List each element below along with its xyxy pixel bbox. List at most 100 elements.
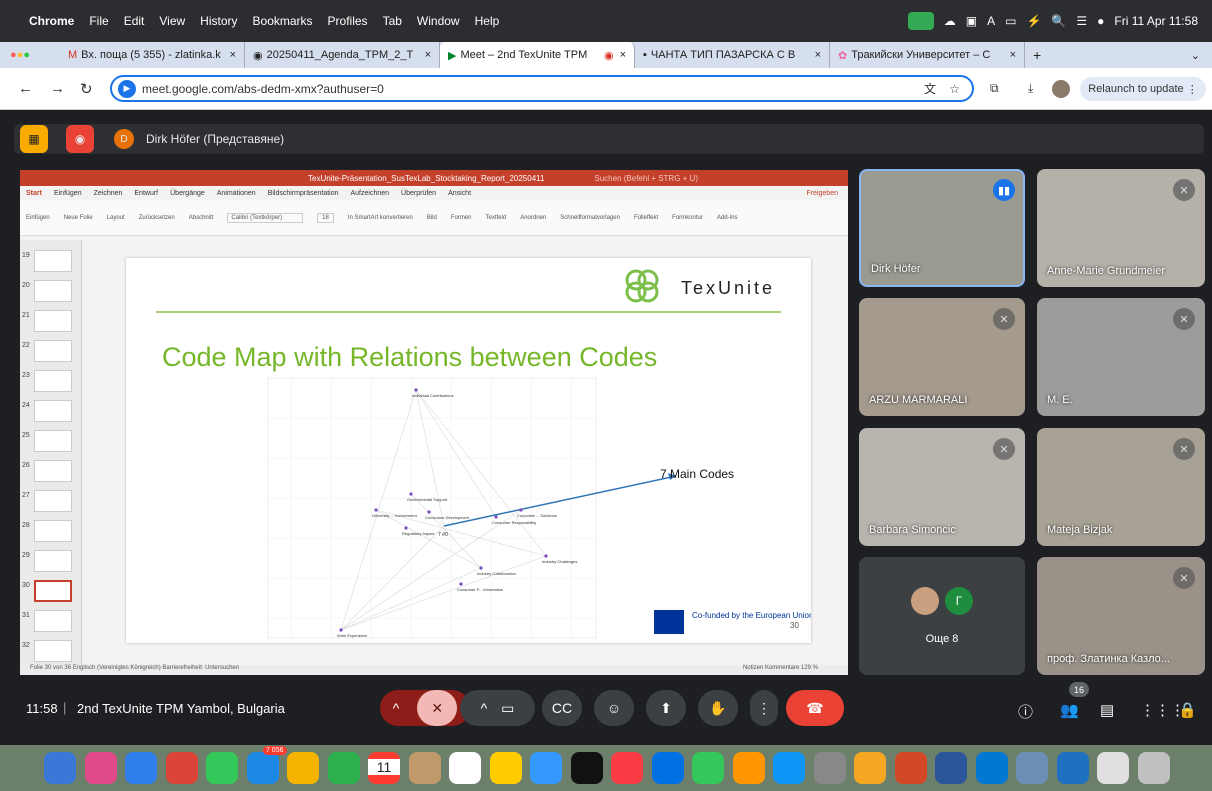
quicktime-icon[interactable] [1056, 752, 1089, 784]
participant-tile[interactable]: ✕ Mateja Bizjak [1037, 428, 1205, 546]
meet-status-icon[interactable] [907, 12, 934, 30]
reactions-button[interactable]: ☺ [594, 690, 634, 726]
ribbon-tab[interactable]: Entwurf [134, 190, 158, 197]
people-icon[interactable]: 👥 [1060, 701, 1079, 719]
reset-button[interactable]: Zurücksetzen [139, 215, 175, 221]
new-slide-button[interactable]: Neue Folie [64, 215, 93, 221]
participant-tile[interactable]: ✕ Anne-Marie Grundmeier [1037, 169, 1205, 287]
mail-icon[interactable]: 7 056 [246, 746, 287, 784]
launchpad-icon[interactable] [84, 752, 117, 784]
photos-icon[interactable] [287, 752, 319, 784]
microphone-toggle[interactable]: ^ ✕ [380, 690, 470, 726]
tab-shop[interactable]: ▪ ЧАНТА ТИП ПАЗАРСКА С В × [635, 42, 830, 68]
ribbon-tab[interactable]: Übergänge [170, 190, 205, 197]
notes-icon[interactable] [489, 752, 522, 784]
raise-hand-button[interactable]: ✋ [698, 690, 738, 726]
star-icon[interactable]: ☆ [949, 82, 960, 96]
smartart-button[interactable]: In SmartArt konvertieren [348, 215, 413, 221]
slide-thumbnail[interactable] [34, 370, 72, 392]
reload-icon[interactable]: ↻ [80, 80, 93, 98]
slide-thumbnail[interactable] [34, 340, 72, 362]
contacts-icon[interactable] [408, 752, 441, 784]
host-controls-icon[interactable]: 🔒 [1178, 701, 1197, 719]
download-icon[interactable]: ⤓ [1028, 81, 1033, 96]
cloud-icon[interactable]: ☁ [944, 14, 956, 28]
word-icon[interactable] [935, 752, 967, 784]
settings-icon[interactable] [813, 752, 846, 784]
battery-icon[interactable]: ▭ [1005, 14, 1016, 28]
slide-thumbnail[interactable] [34, 430, 72, 452]
profile-avatar[interactable] [1052, 79, 1070, 98]
participant-tile[interactable]: ▮▮ Dirk Höfer [859, 169, 1025, 287]
layout-button[interactable]: Layout [107, 215, 125, 221]
ribbon-tab[interactable]: Zeichnen [94, 190, 123, 197]
slide-thumbnail[interactable] [34, 550, 72, 572]
appletv-icon[interactable] [570, 752, 603, 784]
relaunch-button[interactable]: Relaunch to update ⋮ [1080, 77, 1206, 101]
keyboard-input-icon[interactable]: A [987, 14, 995, 28]
back-icon[interactable]: ← [18, 80, 33, 97]
menu-file[interactable]: File [89, 14, 108, 28]
trash-icon[interactable] [1137, 752, 1170, 784]
paste-button[interactable]: Einfügen [26, 215, 50, 221]
powerpoint-icon[interactable] [894, 752, 927, 784]
forward-icon[interactable]: → [50, 80, 65, 97]
numbers-icon[interactable] [692, 752, 724, 784]
section-button[interactable]: Abschnitt [189, 215, 214, 221]
menu-window[interactable]: Window [417, 14, 460, 28]
outlook-icon[interactable] [975, 752, 1008, 784]
layout-icon[interactable]: ▦ [20, 125, 48, 153]
chrome-icon[interactable] [165, 752, 198, 784]
close-icon[interactable]: × [815, 49, 821, 61]
new-tab-button[interactable]: + [1033, 47, 1041, 63]
slide-thumbnail[interactable] [34, 610, 72, 632]
pages-icon[interactable] [732, 752, 765, 784]
close-icon[interactable]: × [425, 49, 431, 61]
home-icon[interactable] [854, 752, 886, 784]
slide-thumbnail[interactable] [34, 250, 72, 272]
menu-profiles[interactable]: Profiles [328, 14, 368, 28]
slide-thumbnail[interactable] [34, 310, 72, 332]
ribbon-tab[interactable]: Überprüfen [401, 190, 436, 197]
tab-agenda[interactable]: ◉ 20250411_Agenda_TPM_2_T × [245, 42, 440, 68]
ppt-search[interactable]: Suchen (Befehl + STRG + U) [594, 174, 698, 183]
leave-call-button[interactable]: ☎ [786, 690, 844, 726]
camera-toggle[interactable]: ^ ▭ [460, 690, 535, 726]
control-center-icon[interactable]: ☰ [1076, 14, 1087, 28]
menu-view[interactable]: View [159, 14, 185, 28]
slide-thumbnail[interactable] [34, 460, 72, 482]
close-icon[interactable]: × [230, 49, 236, 61]
participant-tile[interactable]: ✕ M. E. [1037, 298, 1205, 416]
textbox-button[interactable]: Textfeld [486, 215, 507, 221]
music-icon[interactable] [611, 752, 643, 784]
translate-icon[interactable]: 文 [924, 80, 936, 97]
picture-button[interactable]: Bild [427, 215, 437, 221]
present-button[interactable]: ⬆ [646, 690, 686, 726]
more-options-button[interactable]: ⋮ [750, 690, 778, 726]
menu-help[interactable]: Help [475, 14, 500, 28]
wifi-off-icon[interactable]: ⚡ [1026, 14, 1041, 28]
menu-history[interactable]: History [200, 14, 237, 28]
camera-icon[interactable]: ▭ [501, 700, 514, 717]
more-participants-tile[interactable]: Г Още 8 [859, 557, 1025, 675]
captions-button[interactable]: CC [542, 690, 582, 726]
outline-button[interactable]: Formkontur [672, 215, 703, 221]
ribbon-tab[interactable]: Aufzeichnen [351, 190, 390, 197]
font-size-select[interactable]: 18 [317, 212, 334, 223]
messages-icon[interactable] [206, 752, 238, 784]
ribbon-tab[interactable]: Einfügen [54, 190, 82, 197]
tab-gmail[interactable]: M Вх. поща (5 355) - zlatinka.k × [60, 42, 245, 68]
url-field[interactable]: ▶ meet.google.com/abs-dedm-xmx?authuser=… [110, 75, 974, 102]
keynote-icon[interactable] [651, 752, 684, 784]
ribbon-tab-start[interactable]: Start [26, 190, 42, 197]
calendar-icon[interactable]: APR 11 [368, 752, 400, 784]
freeform-icon[interactable] [530, 752, 562, 784]
close-icon[interactable]: × [620, 49, 626, 61]
participant-tile[interactable]: ✕ ARZU MARMARALI [859, 298, 1025, 416]
menu-app-name[interactable]: Chrome [29, 14, 74, 28]
slide-thumbnail[interactable] [34, 520, 72, 542]
site-info-icon[interactable]: ▶ [118, 79, 136, 98]
slide-thumbnail[interactable] [34, 400, 72, 422]
stop-presenting-icon[interactable]: ◉ [66, 125, 94, 153]
appstore-icon[interactable] [773, 752, 805, 784]
